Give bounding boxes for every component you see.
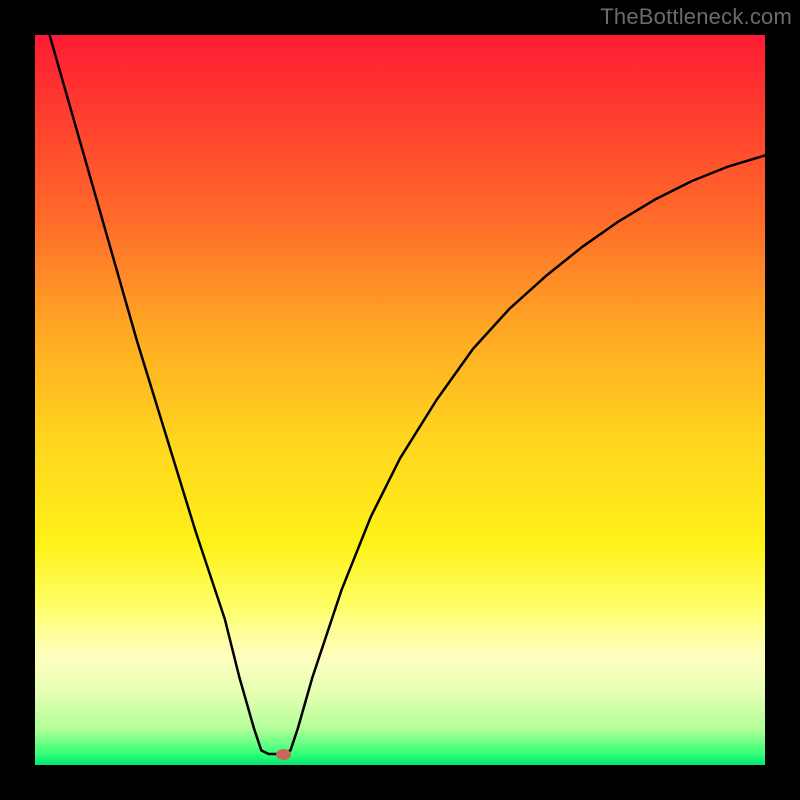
plot-area [35, 35, 765, 765]
watermark-text: TheBottleneck.com [600, 4, 792, 30]
chart-frame: TheBottleneck.com [0, 0, 800, 800]
optimal-point-marker [276, 749, 291, 760]
bottleneck-curve [35, 35, 765, 765]
